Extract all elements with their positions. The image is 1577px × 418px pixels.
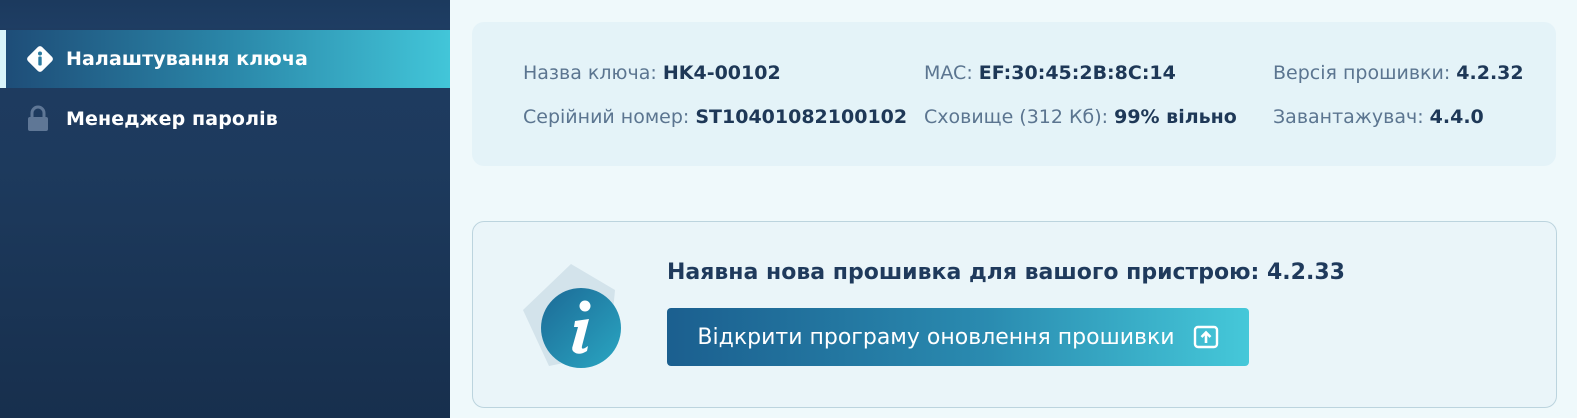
app-window: Налаштування ключа Менеджер паролів Назв… (0, 0, 1577, 418)
serial-number-value: ST10401082100102 (695, 106, 908, 128)
serial-number-label: Серійний номер: (523, 106, 696, 128)
key-name-value: HK4-00102 (662, 62, 781, 84)
firmware-version-field: Версія прошивки: 4.2.32 (1273, 62, 1524, 84)
update-available-title: Наявна нова прошивка для вашого пристрою… (667, 260, 1345, 285)
serial-number-field: Серійний номер: ST10401082100102 (523, 106, 907, 128)
sidebar-item-label: Налаштування ключа (66, 48, 308, 70)
open-firmware-updater-button[interactable]: Відкрити програму оновлення прошивки (667, 308, 1249, 366)
storage-label: Сховище (312 Кб): (924, 106, 1115, 128)
firmware-version-label: Версія прошивки: (1273, 62, 1457, 84)
open-firmware-updater-label: Відкрити програму оновлення прошивки (697, 324, 1175, 350)
bootloader-field: Завантажувач: 4.4.0 (1273, 106, 1484, 128)
mac-label: MAC: (924, 62, 979, 84)
mac-value: EF:30:45:2B:8C:14 (978, 62, 1176, 84)
bootloader-label: Завантажувач: (1273, 106, 1430, 128)
mac-field: MAC: EF:30:45:2B:8C:14 (924, 62, 1176, 84)
lock-icon (22, 103, 54, 135)
device-info-card: Назва ключа: HK4-00102 Серійний номер: S… (472, 22, 1556, 166)
sidebar-item-label: Менеджер паролів (66, 108, 278, 130)
sidebar-item-password-manager[interactable]: Менеджер паролів (0, 90, 450, 148)
key-name-field: Назва ключа: HK4-00102 (523, 62, 781, 84)
firmware-version-value: 4.2.32 (1456, 62, 1524, 84)
sidebar: Налаштування ключа Менеджер паролів (0, 0, 450, 418)
sidebar-item-key-settings[interactable]: Налаштування ключа (0, 30, 450, 88)
firmware-update-card: Наявна нова прошивка для вашого пристрою… (472, 221, 1557, 408)
storage-value: 99% вільно (1114, 106, 1237, 128)
info-icon (541, 288, 621, 368)
bootloader-value: 4.4.0 (1429, 106, 1484, 128)
key-name-label: Назва ключа: (523, 62, 663, 84)
sidebar-header (0, 0, 450, 28)
open-external-icon (1193, 324, 1219, 350)
storage-field: Сховище (312 Кб): 99% вільно (924, 106, 1237, 128)
diamond-info-icon (24, 43, 56, 75)
